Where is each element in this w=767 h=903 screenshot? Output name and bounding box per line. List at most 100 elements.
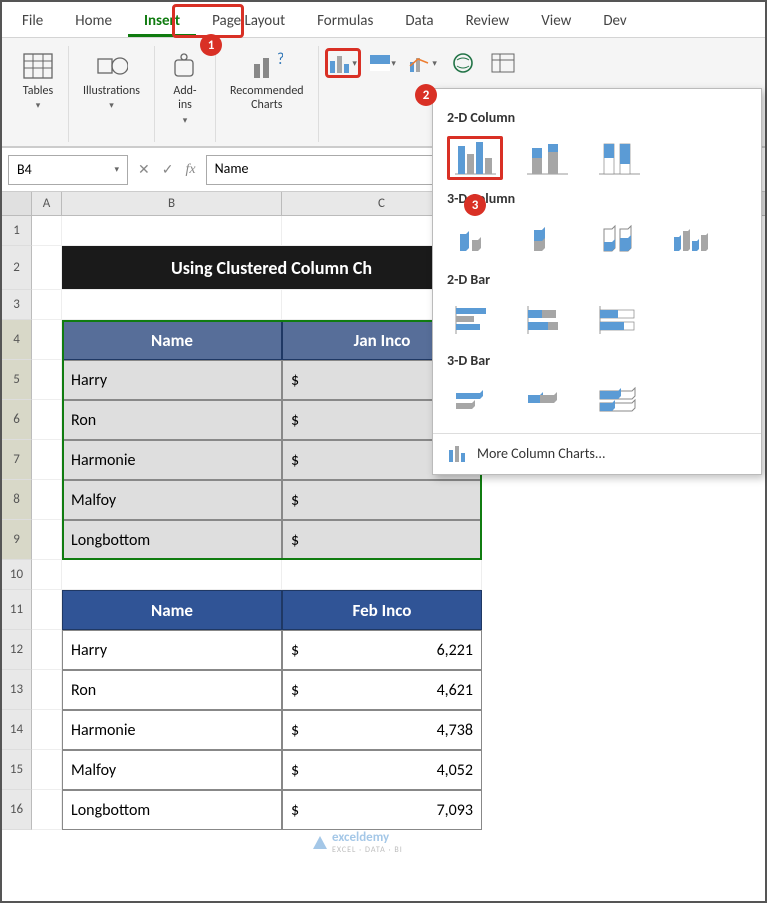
row-header[interactable]: 4: [2, 320, 32, 360]
row-header[interactable]: 5: [2, 360, 32, 400]
more-column-charts[interactable]: More Column Charts...: [433, 433, 761, 462]
row-header[interactable]: 15: [2, 750, 32, 790]
section-3d-bar: 3-D Bar: [447, 352, 747, 369]
3d-100-stacked-bar-thumb[interactable]: [591, 379, 647, 423]
row-header[interactable]: 9: [2, 520, 32, 560]
chevron-down-icon: ▾: [109, 100, 114, 111]
row-header[interactable]: 11: [2, 590, 32, 630]
3d-stacked-column-thumb[interactable]: [519, 217, 575, 261]
shapes-icon: [96, 50, 128, 82]
stacked-bar-thumb[interactable]: [519, 298, 575, 342]
combo-chart-button[interactable]: ▾: [405, 48, 441, 78]
column-chart-icon: [447, 444, 467, 462]
clustered-column-thumb[interactable]: [447, 136, 503, 180]
cell-name[interactable]: Longbottom: [62, 520, 282, 560]
3d-stacked-bar-thumb[interactable]: [519, 379, 575, 423]
100-stacked-column-thumb[interactable]: [591, 136, 647, 180]
section-2d-bar: 2-D Bar: [447, 271, 747, 288]
chevron-down-icon: ▾: [36, 100, 41, 111]
section-2d-column: 2-D Column: [447, 109, 747, 126]
watermark-icon: [312, 835, 328, 851]
watermark: exceldemyEXCEL · DATA · BI: [312, 830, 403, 855]
tab-data[interactable]: Data: [389, 6, 449, 37]
map-chart-button[interactable]: ▾: [365, 48, 401, 78]
enter-icon[interactable]: ✓: [162, 161, 174, 178]
row-header[interactable]: 12: [2, 630, 32, 670]
chevron-down-icon: ▾: [114, 164, 119, 175]
tab-dev[interactable]: Dev: [587, 6, 642, 37]
tab-review[interactable]: Review: [450, 6, 526, 37]
row-header[interactable]: 3: [2, 290, 32, 320]
3d-100-stacked-column-thumb[interactable]: [591, 217, 647, 261]
row-header[interactable]: 2: [2, 246, 32, 290]
row-header[interactable]: 8: [2, 480, 32, 520]
row-header[interactable]: 10: [2, 560, 32, 590]
table2-header-income[interactable]: Feb Inco: [282, 590, 482, 630]
cell-value[interactable]: $7,093: [282, 790, 482, 830]
maps-button[interactable]: [445, 48, 481, 78]
more-column-charts-label: More Column Charts...: [477, 445, 605, 462]
tab-formulas[interactable]: Formulas: [301, 6, 389, 37]
chevron-down-icon: ▾: [432, 58, 437, 69]
name-box[interactable]: B4 ▾: [8, 155, 128, 185]
cell-name[interactable]: Harmonie: [62, 440, 282, 480]
col-header-A[interactable]: A: [32, 192, 62, 215]
cell-name[interactable]: Ron: [62, 670, 282, 710]
illustrations-label: Illustrations: [83, 84, 140, 98]
cell-value[interactable]: $: [282, 480, 482, 520]
cell-name[interactable]: Harry: [62, 360, 282, 400]
cell-value[interactable]: $6,221: [282, 630, 482, 670]
formula-value: Name: [215, 160, 249, 177]
tab-home[interactable]: Home: [59, 6, 128, 37]
table1-header-name[interactable]: Name: [62, 320, 282, 360]
pivot-chart-button[interactable]: [485, 48, 521, 78]
cancel-icon[interactable]: ✕: [138, 161, 150, 178]
tab-view[interactable]: View: [525, 6, 587, 37]
chevron-down-icon: ▾: [183, 115, 188, 126]
row-header[interactable]: 16: [2, 790, 32, 830]
recommended-charts-button[interactable]: ? Recommended Charts: [222, 46, 312, 117]
clustered-bar-thumb[interactable]: [447, 298, 503, 342]
3d-column-thumb[interactable]: [663, 217, 719, 261]
illustrations-button[interactable]: Illustrations ▾: [75, 46, 148, 115]
3d-clustered-column-thumb[interactable]: [447, 217, 503, 261]
tables-button[interactable]: Tables ▾: [14, 46, 62, 115]
cell-name[interactable]: Longbottom: [62, 790, 282, 830]
title-cell: Using Clustered Column Ch: [62, 246, 482, 290]
table2-header-name[interactable]: Name: [62, 590, 282, 630]
tables-label: Tables: [23, 84, 53, 98]
column-chart-button[interactable]: ▾: [325, 48, 361, 78]
row-header[interactable]: 7: [2, 440, 32, 480]
cell-name[interactable]: Malfoy: [62, 750, 282, 790]
cell-value[interactable]: $: [282, 520, 482, 560]
cell-name[interactable]: Harry: [62, 630, 282, 670]
col-header-B[interactable]: B: [62, 192, 282, 215]
addins-label: Add- ins: [173, 84, 196, 113]
cell-name[interactable]: Ron: [62, 400, 282, 440]
name-box-value: B4: [17, 161, 32, 178]
tab-page-layout[interactable]: Page Layout: [196, 6, 301, 37]
row-header[interactable]: 1: [2, 216, 32, 246]
3d-clustered-bar-thumb[interactable]: [447, 379, 503, 423]
cell-value[interactable]: $4,052: [282, 750, 482, 790]
chevron-down-icon: ▾: [352, 58, 357, 69]
100-stacked-bar-thumb[interactable]: [591, 298, 647, 342]
stacked-column-thumb[interactable]: [519, 136, 575, 180]
addins-button[interactable]: Add- ins ▾: [161, 46, 209, 130]
ribbon-tabs: File Home Insert Page Layout Formulas Da…: [2, 2, 765, 38]
row-header[interactable]: 14: [2, 710, 32, 750]
chevron-down-icon: ▾: [391, 58, 396, 69]
select-all-button[interactable]: [2, 192, 32, 215]
section-3d-column: 3-D Column: [447, 190, 747, 207]
tab-file[interactable]: File: [6, 6, 59, 37]
cell-name[interactable]: Malfoy: [62, 480, 282, 520]
cell-name[interactable]: Harmonie: [62, 710, 282, 750]
row-header[interactable]: 6: [2, 400, 32, 440]
badge-1: 1: [200, 34, 222, 56]
tab-insert[interactable]: Insert: [128, 6, 196, 37]
cell-value[interactable]: $4,621: [282, 670, 482, 710]
row-header[interactable]: 13: [2, 670, 32, 710]
addins-icon: [169, 50, 201, 82]
fx-icon[interactable]: fx: [185, 162, 195, 178]
cell-value[interactable]: $4,738: [282, 710, 482, 750]
